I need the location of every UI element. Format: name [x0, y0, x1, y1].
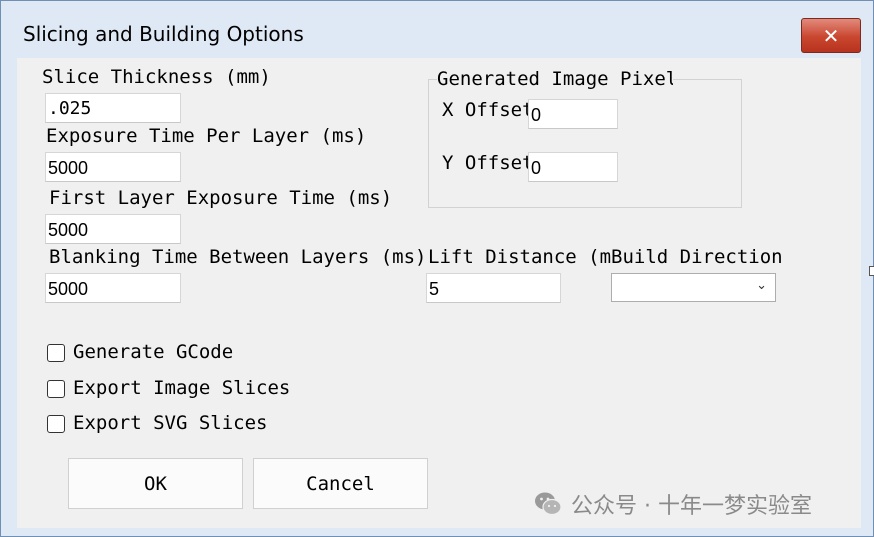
export-image-slices-label[interactable]: Export Image Slices [73, 377, 290, 399]
exposure-time-label: Exposure Time Per Layer (ms) [46, 125, 367, 147]
ok-button[interactable]: OK [68, 458, 243, 509]
watermark: 公众号 · 十年一梦实验室 [533, 487, 812, 521]
watermark-text: 公众号 · 十年一梦实验室 [571, 494, 812, 519]
slice-thickness-input[interactable]: .025 [45, 93, 181, 123]
export-svg-slices-checkbox[interactable] [47, 415, 65, 433]
chevron-down-icon[interactable]: ⌄ [756, 278, 767, 293]
blanking-time-label: Blanking Time Between Layers (ms) [49, 246, 427, 268]
build-direction-label: Build Direction [611, 246, 783, 268]
resize-edge-marker [869, 266, 874, 276]
generate-gcode-label[interactable]: Generate GCode [73, 341, 233, 363]
exposure-time-input[interactable]: 5000 [45, 152, 181, 182]
generate-gcode-checkbox[interactable] [47, 344, 65, 362]
y-offset-label: Y Offset [442, 152, 528, 174]
first-layer-exposure-label: First Layer Exposure Time (ms) [49, 187, 393, 209]
blanking-time-input[interactable]: 5000 [45, 273, 181, 303]
export-image-slices-checkbox[interactable] [47, 380, 65, 398]
slice-thickness-label: Slice Thickness (mm) [42, 66, 271, 88]
build-direction-select[interactable]: ⌄ [611, 273, 776, 302]
export-svg-slices-label[interactable]: Export SVG Slices [73, 412, 267, 434]
first-layer-exposure-input[interactable]: 5000 [45, 214, 181, 244]
lift-distance-label: Lift Distance (mm) [428, 246, 611, 268]
close-icon: ✕ [822, 23, 840, 48]
x-offset-input[interactable]: 0 [528, 99, 618, 129]
y-offset-input[interactable]: 0 [528, 152, 618, 182]
window-title: Slicing and Building Options [23, 22, 304, 46]
close-button[interactable]: ✕ [801, 18, 861, 53]
lift-distance-input[interactable]: 5 [426, 273, 561, 303]
cancel-button[interactable]: Cancel [253, 458, 428, 509]
pixel-offsets-caption: Generated Image Pixel Offsets [437, 68, 673, 92]
wechat-icon [535, 492, 562, 516]
x-offset-label: X Offset [442, 99, 528, 121]
